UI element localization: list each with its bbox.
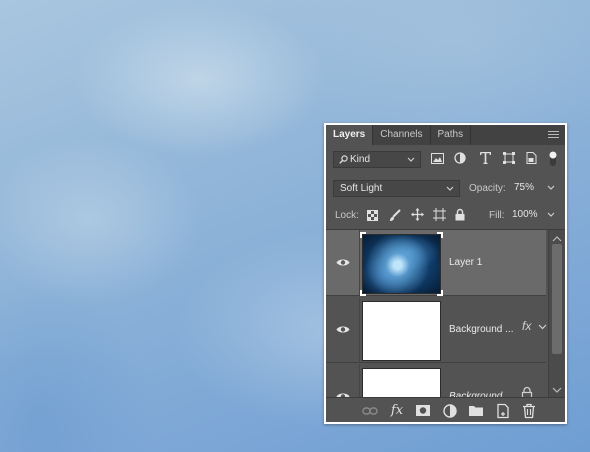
search-icon xyxy=(339,155,348,164)
fill-value: 100% xyxy=(512,209,538,220)
layer-row-layer-1[interactable]: Layer 1 xyxy=(326,230,546,296)
opacity-label: Opacity: xyxy=(469,183,506,194)
link-layers-icon[interactable] xyxy=(362,403,378,419)
blend-mode-dropdown[interactable]: Soft Light xyxy=(333,180,460,197)
lock-row: Lock: Fill: 100% xyxy=(326,203,565,229)
blend-row: Soft Light Opacity: 75% xyxy=(326,176,565,202)
add-mask-icon[interactable] xyxy=(415,403,431,419)
scroll-down-arrow-icon[interactable] xyxy=(549,383,565,397)
layer-row-background-copy[interactable]: Background ... fx xyxy=(326,297,547,363)
shape-filter-icon[interactable] xyxy=(503,152,515,164)
layer-row-background[interactable]: Background xyxy=(326,364,546,399)
tab-paths[interactable]: Paths xyxy=(431,125,472,145)
opacity-value: 75% xyxy=(514,182,535,193)
panel-tab-bar: Layers Channels Paths xyxy=(326,125,565,145)
selection-corner xyxy=(437,232,443,238)
lock-artboard-icon[interactable] xyxy=(433,208,446,221)
layer-thumbnail xyxy=(362,301,441,361)
tab-layers[interactable]: Layers xyxy=(326,125,374,145)
eye-icon xyxy=(336,326,350,333)
layer-thumbnail xyxy=(362,368,441,399)
type-filter-icon[interactable] xyxy=(480,152,491,164)
chevron-down-icon xyxy=(547,212,555,217)
new-group-folder-icon[interactable] xyxy=(468,403,484,419)
lock-image-pixels-icon[interactable] xyxy=(389,209,401,222)
lock-label: Lock: xyxy=(335,210,359,221)
layer-name[interactable]: Background xyxy=(449,364,502,399)
layer-effects-icon[interactable]: fx xyxy=(522,319,531,333)
opacity-field[interactable]: 75% xyxy=(510,180,560,197)
tab-channels[interactable]: Channels xyxy=(373,125,431,145)
add-layer-style-icon[interactable]: fx xyxy=(389,403,405,419)
layer-name[interactable]: Background ... xyxy=(449,297,513,363)
filter-kind-dropdown[interactable]: Kind xyxy=(333,151,421,168)
fill-field[interactable]: 100% xyxy=(510,207,560,224)
visibility-toggle[interactable] xyxy=(326,364,360,399)
layer-name[interactable]: Layer 1 xyxy=(449,230,482,296)
eye-icon xyxy=(336,259,350,266)
chevron-down-icon xyxy=(407,157,415,162)
smart-object-filter-icon[interactable] xyxy=(526,152,537,164)
lock-all-icon[interactable] xyxy=(455,208,465,221)
scroll-thumb[interactable] xyxy=(552,244,562,354)
selection-corner xyxy=(360,232,366,238)
delete-layer-trash-icon[interactable] xyxy=(521,403,537,419)
panel-menu-icon[interactable] xyxy=(548,131,559,139)
layers-scrollbar[interactable] xyxy=(548,230,565,399)
new-adjustment-layer-icon[interactable] xyxy=(442,403,458,419)
fill-label: Fill: xyxy=(489,210,505,221)
filter-kind-label: Kind xyxy=(350,154,371,165)
selection-corner xyxy=(360,290,366,296)
adjustment-filter-icon[interactable] xyxy=(454,152,466,164)
layers-panel: Layers Channels Paths Kind Soft Light Op… xyxy=(324,123,567,424)
pixel-filter-icon[interactable] xyxy=(431,153,444,164)
chevron-down-icon xyxy=(547,185,555,190)
filter-row: Kind xyxy=(326,147,565,173)
blend-mode-value: Soft Light xyxy=(340,183,383,194)
visibility-toggle[interactable] xyxy=(326,297,360,362)
lock-transparent-pixels-icon[interactable] xyxy=(367,210,378,221)
lock-position-icon[interactable] xyxy=(411,208,424,221)
layer-thumbnail xyxy=(362,234,441,294)
chevron-down-icon xyxy=(446,186,454,191)
layers-footer-toolbar: fx xyxy=(326,397,565,422)
layers-list: Layer 1 Background ... fx Background xyxy=(326,229,565,399)
selection-corner xyxy=(437,290,443,296)
new-layer-icon[interactable] xyxy=(495,403,511,419)
visibility-toggle[interactable] xyxy=(326,230,360,295)
chevron-down-icon[interactable] xyxy=(538,320,547,334)
filter-toggle-icon[interactable] xyxy=(548,150,558,167)
